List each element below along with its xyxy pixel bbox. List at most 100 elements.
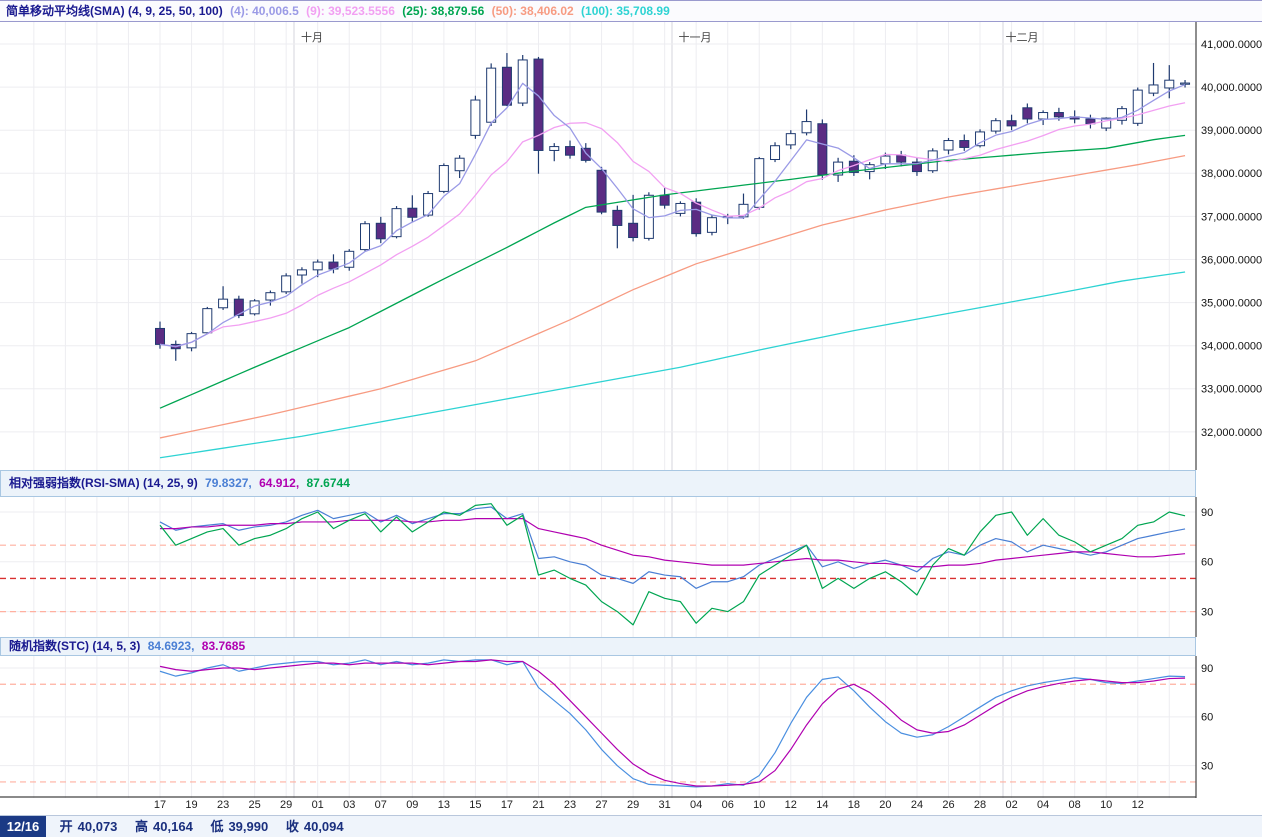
date-badge: 12/16 bbox=[0, 816, 46, 837]
sma9-value: (9): 39,523.5556 bbox=[306, 4, 395, 18]
sma25-value: (25): 38,879.56 bbox=[402, 4, 484, 18]
candle bbox=[1039, 113, 1048, 119]
price-tick-label: 39,000.0000 bbox=[1201, 125, 1262, 137]
gridlines bbox=[34, 22, 1169, 470]
x-tick-label: 17 bbox=[154, 799, 166, 811]
indicator-tick-label: 30 bbox=[1201, 606, 1213, 618]
x-tick-label: 24 bbox=[911, 799, 923, 811]
stc-title: 随机指数(STC) (14, 5, 3) bbox=[9, 639, 140, 653]
candle bbox=[771, 146, 780, 160]
candle bbox=[566, 147, 575, 156]
price-tick-label: 36,000.0000 bbox=[1201, 254, 1262, 266]
candle bbox=[1149, 85, 1158, 93]
candle bbox=[439, 166, 448, 192]
candle bbox=[786, 134, 795, 145]
sma9-line bbox=[160, 103, 1185, 347]
stc-d-value: 83.7685 bbox=[202, 639, 245, 653]
candle bbox=[976, 132, 985, 146]
price-tick-label: 38,000.0000 bbox=[1201, 168, 1262, 180]
candle bbox=[818, 124, 827, 175]
candle bbox=[297, 270, 306, 275]
indicator-tick-label: 30 bbox=[1201, 761, 1213, 773]
candle bbox=[1007, 121, 1016, 126]
candle bbox=[408, 208, 417, 217]
x-tick-label: 29 bbox=[280, 799, 292, 811]
indicator-tick-label: 60 bbox=[1201, 557, 1213, 569]
candle bbox=[1181, 83, 1190, 84]
candle bbox=[361, 224, 370, 250]
indicator-tick-label: 60 bbox=[1201, 712, 1213, 724]
x-tick-label: 08 bbox=[1069, 799, 1081, 811]
x-tick-label: 29 bbox=[627, 799, 639, 811]
candle bbox=[802, 122, 811, 133]
close-readout: 收40,094 bbox=[286, 819, 344, 834]
candle bbox=[581, 148, 590, 160]
x-tick-label: 04 bbox=[690, 799, 702, 811]
indicator-tick-label: 90 bbox=[1201, 663, 1213, 675]
stc-panel-header: 随机指数(STC) (14, 5, 3) 84.6923, 83.7685 bbox=[0, 637, 1196, 656]
x-tick-label: 28 bbox=[974, 799, 986, 811]
candle bbox=[282, 276, 291, 292]
stochastic-indicator-chart[interactable]: 90 60 30 bbox=[0, 656, 1262, 798]
candle bbox=[156, 328, 165, 344]
candle bbox=[550, 147, 559, 151]
candle bbox=[692, 202, 701, 233]
sma100-line bbox=[160, 272, 1185, 458]
x-tick-label: 07 bbox=[375, 799, 387, 811]
candle bbox=[376, 223, 385, 239]
candle bbox=[266, 293, 275, 300]
x-tick-label: 26 bbox=[942, 799, 954, 811]
price-tick-label: 33,000.0000 bbox=[1201, 384, 1262, 396]
rsi-panel-header: 相对强弱指数(RSI-SMA) (14, 25, 9) 79.8327, 64.… bbox=[0, 470, 1196, 497]
candle bbox=[487, 68, 496, 122]
candle bbox=[707, 218, 716, 233]
sma25-line bbox=[160, 135, 1185, 408]
rsi25-value: 64.912, bbox=[259, 476, 299, 490]
x-tick-label: 04 bbox=[1037, 799, 1049, 811]
candle bbox=[1054, 113, 1063, 117]
stc-k-value: 84.6923, bbox=[148, 639, 195, 653]
candle bbox=[629, 223, 638, 237]
RSI-14-line bbox=[160, 507, 1185, 588]
price-tick-label: 32,000.0000 bbox=[1201, 427, 1262, 439]
x-tick-label: 20 bbox=[879, 799, 891, 811]
candle bbox=[897, 155, 906, 162]
main-price-chart[interactable]: 41,000.0000 40,000.0000 39,000.0000 38,000.… bbox=[0, 22, 1262, 470]
x-tick-label: 12 bbox=[785, 799, 797, 811]
rsi-title: 相对强弱指数(RSI-SMA) (14, 25, 9) bbox=[9, 476, 198, 490]
x-tick-label: 17 bbox=[501, 799, 513, 811]
price-tick-label: 41,000.0000 bbox=[1201, 39, 1262, 51]
x-tick-label: 27 bbox=[595, 799, 607, 811]
x-tick-label: 15 bbox=[469, 799, 481, 811]
x-tick-label: 09 bbox=[406, 799, 418, 811]
month-label: 十月 bbox=[301, 30, 323, 44]
sma4-line bbox=[160, 83, 1185, 346]
rsi14-value: 79.8327, bbox=[205, 476, 252, 490]
%D-line bbox=[160, 660, 1185, 786]
candle bbox=[660, 195, 669, 205]
candle bbox=[455, 158, 464, 170]
sma50-line bbox=[160, 156, 1185, 438]
x-tick-label: 06 bbox=[722, 799, 734, 811]
candle bbox=[881, 156, 890, 164]
x-tick-label: 13 bbox=[438, 799, 450, 811]
month-label: 十二月 bbox=[1006, 30, 1039, 44]
status-bar: 12/16 开40,073 高40,164 低39,990 收40,094 bbox=[0, 815, 1262, 837]
candle bbox=[1023, 108, 1032, 119]
x-tick-label: 18 bbox=[848, 799, 860, 811]
candle bbox=[613, 210, 622, 225]
x-tick-label: 10 bbox=[753, 799, 765, 811]
price-tick-label: 35,000.0000 bbox=[1201, 297, 1262, 309]
open-readout: 开40,073 bbox=[60, 819, 118, 834]
x-tick-label: 25 bbox=[248, 799, 260, 811]
candle bbox=[392, 209, 401, 237]
x-tick-label: 02 bbox=[1005, 799, 1017, 811]
candle bbox=[518, 60, 527, 103]
price-tick-label: 40,000.0000 bbox=[1201, 82, 1262, 94]
sma50-value: (50): 38,406.02 bbox=[492, 4, 574, 18]
x-tick-label: 23 bbox=[564, 799, 576, 811]
candle bbox=[471, 100, 480, 135]
rsi-indicator-chart[interactable]: 906030 bbox=[0, 497, 1262, 637]
candle bbox=[502, 67, 511, 105]
candle bbox=[313, 262, 322, 270]
